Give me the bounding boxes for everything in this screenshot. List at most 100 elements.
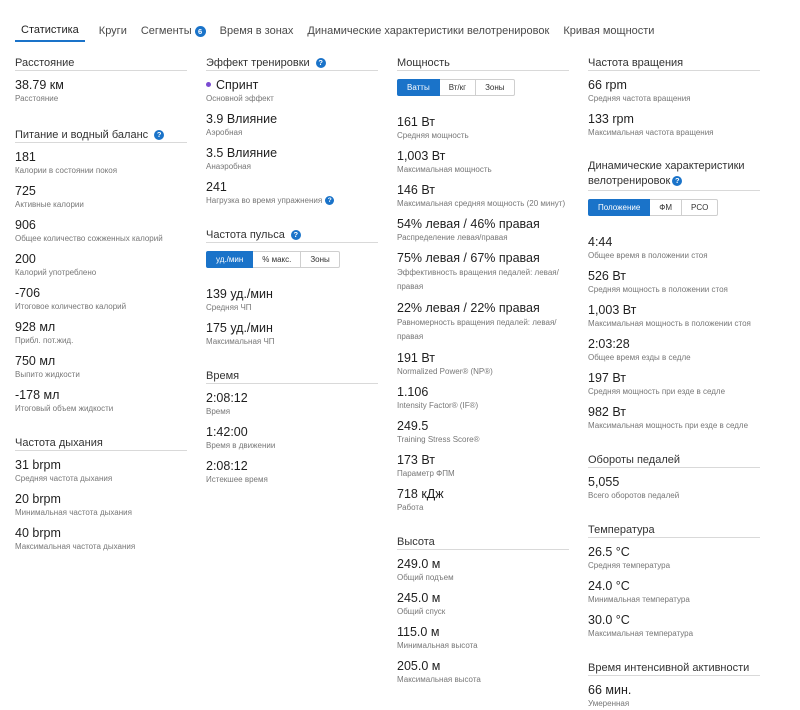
metric-avg-seated-power: 197 Вт Средняя мощность при езде в седле xyxy=(588,370,760,398)
metric-label: Основной эффект xyxy=(206,94,274,103)
section-title: Температура xyxy=(588,523,655,536)
metric-label: Общее время в положении стоя xyxy=(588,251,708,260)
exercise-load-label: Нагрузка во время упражнения xyxy=(206,196,323,205)
metric-value: 66 мин. xyxy=(588,683,632,697)
metric-active-calories: 725 Активные калории xyxy=(15,183,187,211)
dynamics-position-button[interactable]: Положение xyxy=(588,199,651,216)
metric-value: 5,055 xyxy=(588,475,620,489)
metric-label: Выпито жидкости xyxy=(15,370,80,379)
metric-label: Калории в состоянии покоя xyxy=(15,166,118,175)
metric-label: Максимальная температура xyxy=(588,629,694,638)
help-icon[interactable]: ? xyxy=(154,129,165,140)
metric-avg-power: 161 Вт Средняя мощность xyxy=(397,114,569,142)
section-header-cadence: Частота вращения xyxy=(588,55,760,71)
power-wkg-button[interactable]: Вт/кг xyxy=(439,79,477,96)
tab-label: Динамические характеристики велотрениров… xyxy=(307,25,550,37)
metric-value: 200 xyxy=(15,252,36,266)
metric-label: Максимальная мощность xyxy=(397,165,492,174)
metric-label: Средняя частота вращения xyxy=(588,94,691,103)
metric-elapsed-time: 2:08:12 Истекшее время xyxy=(206,458,378,486)
tab-label: Круги xyxy=(98,25,127,37)
metric-value: 2:08:12 xyxy=(206,391,248,405)
metric-value: 22% левая / 22% правая xyxy=(397,301,540,315)
metric-sweat-loss: 928 мл Прибл. пот.жид. xyxy=(15,319,187,347)
help-icon[interactable]: ? xyxy=(290,229,301,240)
metric-moderate-minutes: 66 мин. Умеренная xyxy=(588,682,760,710)
section-title: Обороты педалей xyxy=(588,453,681,466)
metric-value: 24.0 °C xyxy=(588,579,630,593)
section-title: Частота вращения xyxy=(588,56,684,69)
metric-value: 175 уд./мин xyxy=(206,321,273,335)
section-header-breathing: Частота дыхания xyxy=(15,435,187,451)
hr-percent-max-button[interactable]: % макс. xyxy=(253,251,302,268)
section-header-distance: Расстояние xyxy=(15,55,187,71)
dynamics-pco-button[interactable]: PCO xyxy=(682,199,719,216)
metric-value: 191 Вт xyxy=(397,351,435,365)
metric-label: Средняя ЧП xyxy=(206,303,252,312)
section-header-nutrition: Питание и водный баланс? xyxy=(15,127,187,143)
metric-calories-consumed: 200 Калорий употреблено xyxy=(15,251,187,279)
metric-time: 2:08:12 Время xyxy=(206,390,378,418)
section-title: Высота xyxy=(397,535,435,548)
power-unit-toggle: Ватты Вт/кг Зоны xyxy=(397,79,569,96)
metric-value: 4:44 xyxy=(588,235,613,249)
help-icon[interactable]: ? xyxy=(325,196,335,206)
help-icon[interactable]: ? xyxy=(672,176,683,187)
metric-label: Общий подъем xyxy=(397,573,454,582)
metric-value: 146 Вт xyxy=(397,183,435,197)
section-header-time: Время xyxy=(206,368,378,384)
metric-value: 928 мл xyxy=(15,320,56,334)
metric-value: 115.0 м xyxy=(397,625,440,639)
section-title: Расстояние xyxy=(15,56,75,69)
metric-total-strokes: 5,055 Всего оборотов педалей xyxy=(588,474,760,502)
metric-value: 181 xyxy=(15,150,36,164)
metric-label: Минимальная высота xyxy=(397,641,478,650)
metric-label: Максимальная средняя мощность (20 минут) xyxy=(397,199,566,208)
tab-cycling-dynamics[interactable]: Динамические характеристики велотрениров… xyxy=(307,20,549,42)
tab-segments[interactable]: Сегменты 6 xyxy=(141,20,206,42)
metric-distance: 38.79 км Расстояние xyxy=(15,77,187,105)
power-watts-button[interactable]: Ватты xyxy=(397,79,440,96)
metric-label: Максимальная мощность при езде в седле xyxy=(588,421,749,430)
section-title: Время интенсивной активности xyxy=(588,661,750,674)
tab-time-in-zones[interactable]: Время в зонах xyxy=(220,20,294,42)
section-header-intensity-minutes: Время интенсивной активности xyxy=(588,660,760,676)
tab-power-curve[interactable]: Кривая мощности xyxy=(563,20,654,42)
metric-label: Калорий употреблено xyxy=(15,268,97,277)
tab-statistics[interactable]: Статистика xyxy=(15,20,85,42)
metric-value: 173 Вт xyxy=(397,453,435,467)
metric-avg-hr: 139 уд./мин Средняя ЧП xyxy=(206,286,378,314)
metric-value: 241 xyxy=(206,180,227,194)
stats-column-1: Расстояние 38.79 км Расстояние Питание и… xyxy=(15,55,187,553)
metric-seated-time: 2:03:28 Общее время езды в седле xyxy=(588,336,760,364)
tab-label: Сегменты xyxy=(140,25,192,37)
metric-value: -178 мл xyxy=(15,388,60,402)
stats-tabs: Статистика Круги Сегменты 6 Время в зонах… xyxy=(15,20,654,42)
cycling-dynamics-toggle: Положение ФМ PCO xyxy=(588,199,760,216)
metric-label: Время xyxy=(206,407,231,416)
hr-bpm-button[interactable]: уд./мин xyxy=(206,251,254,268)
metric-value: 20 brpm xyxy=(15,492,61,506)
metric-label: Training Stress Score® xyxy=(397,435,480,444)
help-icon[interactable]: ? xyxy=(315,57,326,68)
metric-label: Максимальная ЧП xyxy=(206,337,275,346)
effect-dot-icon xyxy=(206,82,211,88)
metric-label: Распределение левая/правая xyxy=(397,233,508,242)
hr-zones-button[interactable]: Зоны xyxy=(301,251,340,268)
tab-laps[interactable]: Круги xyxy=(99,20,127,42)
metric-label: Параметр ФПМ xyxy=(397,469,455,478)
dynamics-power-phase-button[interactable]: ФМ xyxy=(650,199,683,216)
metric-avg-cadence: 66 rpm Средняя частота вращения xyxy=(588,77,760,105)
metric-value: 2:08:12 xyxy=(206,459,248,473)
section-title: Питание и водный баланс xyxy=(15,128,149,141)
metric-max-standing-power: 1,003 Вт Максимальная мощность в положен… xyxy=(588,302,760,330)
metric-label: Максимальная мощность в положении стоя xyxy=(588,319,751,328)
section-title: Время xyxy=(206,369,240,382)
power-zones-button[interactable]: Зоны xyxy=(476,79,515,96)
section-title: Частота дыхания xyxy=(15,436,103,449)
metric-work: 718 кДж Работа xyxy=(397,486,569,514)
metric-value: 139 уд./мин xyxy=(206,287,273,301)
metric-label: Итоговое количество калорий xyxy=(15,302,127,311)
metric-avg-temperature: 26.5 °C Средняя температура xyxy=(588,544,760,572)
metric-value: 718 кДж xyxy=(397,487,444,501)
